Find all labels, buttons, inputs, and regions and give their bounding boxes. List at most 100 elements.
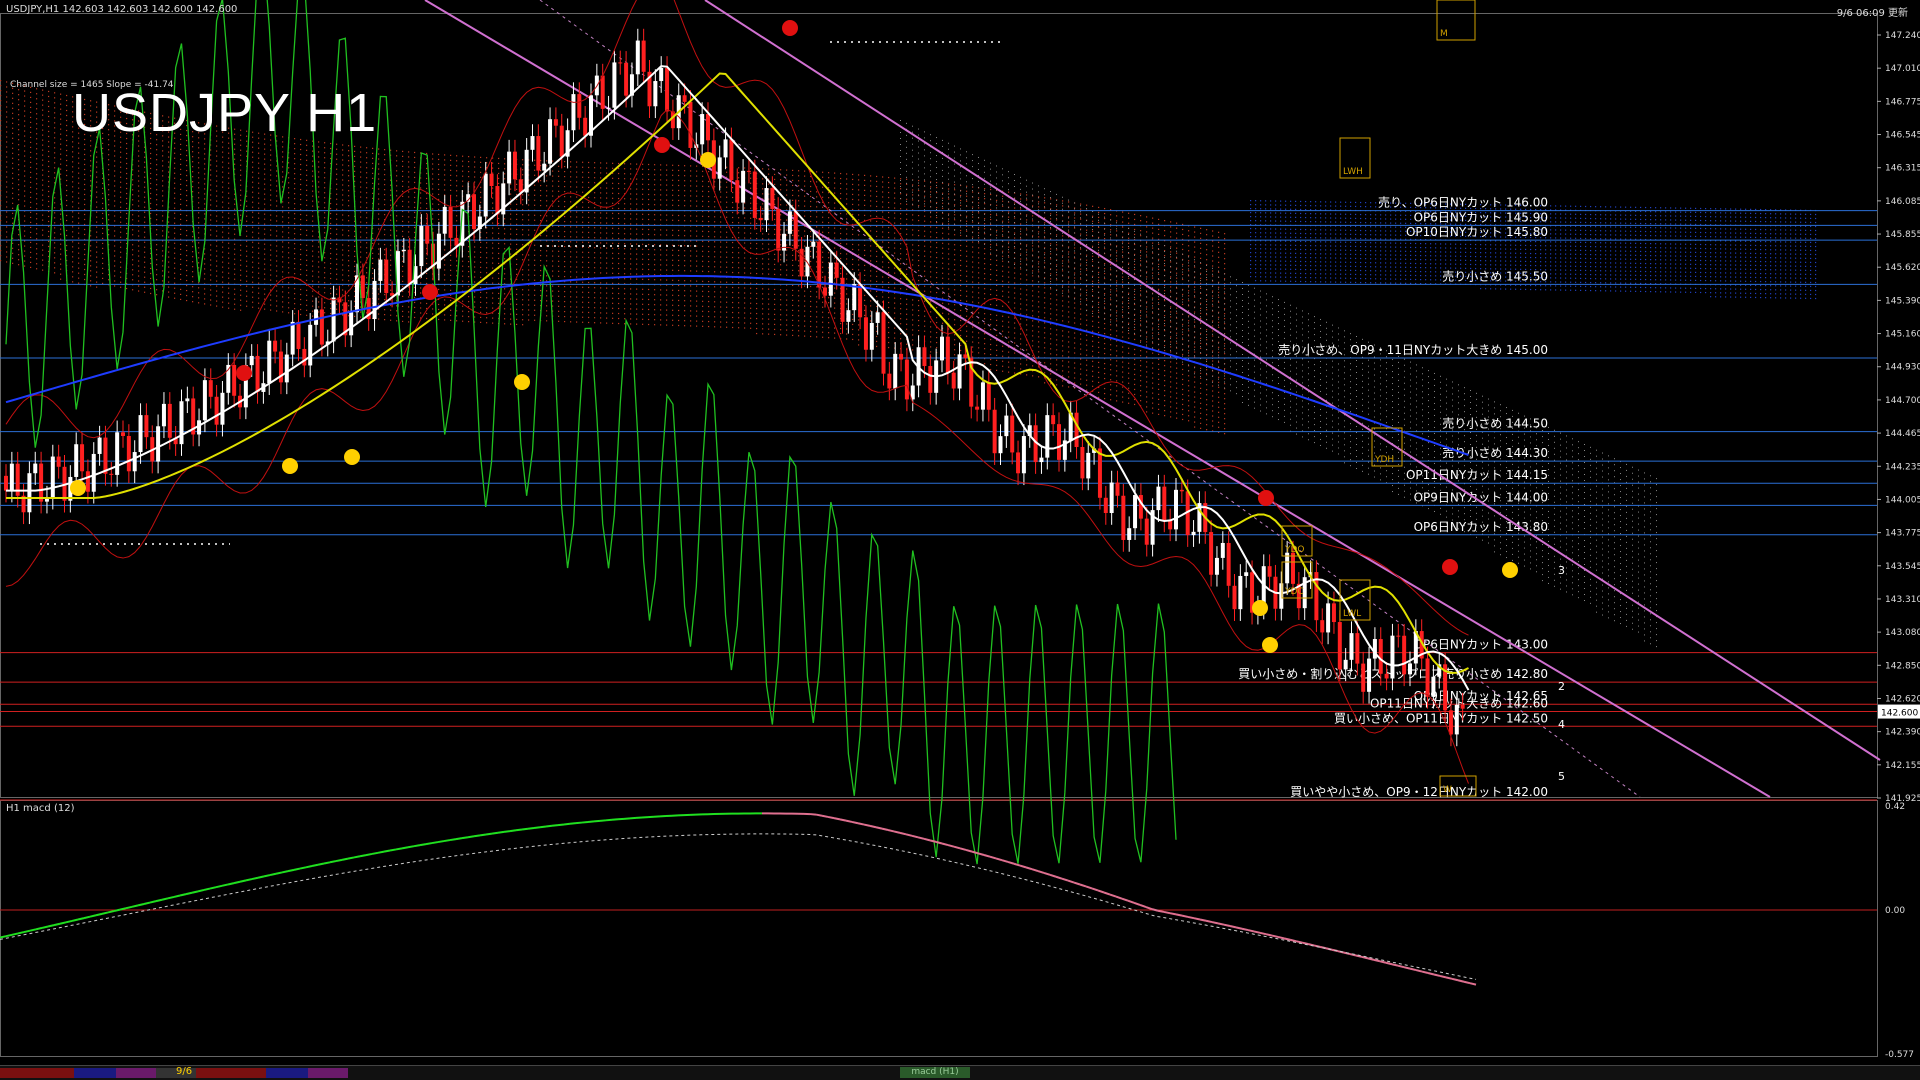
cloud-dot xyxy=(0,195,2,197)
cloud-dot xyxy=(702,180,704,182)
cloud-dot xyxy=(42,229,44,231)
cloud-dot xyxy=(300,293,302,296)
cloud-dot xyxy=(282,146,284,148)
cloud-dot xyxy=(612,317,614,319)
cloud-dot xyxy=(222,281,224,283)
cloud-dot xyxy=(90,280,92,282)
cloud-dot xyxy=(480,176,482,178)
cloud-dot xyxy=(348,245,350,247)
cloud-dot xyxy=(498,292,500,295)
cloud-dot xyxy=(450,254,452,256)
cloud-dot xyxy=(240,149,242,151)
cloud-dot xyxy=(114,195,116,197)
cloud-dot xyxy=(714,306,716,308)
cloud-dot xyxy=(300,253,302,256)
cloud-dot xyxy=(552,255,554,257)
cloud-dot xyxy=(96,266,98,268)
cloud-dot xyxy=(12,127,14,129)
cloud-dot xyxy=(522,279,524,281)
cloud-dot xyxy=(282,231,284,233)
cloud-dot xyxy=(630,308,632,310)
cloud-dot xyxy=(156,144,158,146)
cloud-dot xyxy=(24,175,26,177)
cloud-dot xyxy=(318,156,320,158)
cloud-dot xyxy=(810,230,812,233)
cloud-dot xyxy=(0,150,2,152)
cloud-dot xyxy=(630,193,632,195)
cloud-dot xyxy=(246,245,248,247)
cloud-dot xyxy=(6,251,8,253)
cloud-dot xyxy=(804,335,806,337)
cloud-dot xyxy=(456,175,458,177)
cloud-dot xyxy=(738,322,740,324)
cloud-dot xyxy=(822,256,824,258)
cloud-dot xyxy=(408,211,410,213)
cloud-dot xyxy=(30,211,32,214)
cloud-dot xyxy=(594,252,596,254)
cloud-dot xyxy=(708,310,710,313)
cloud-dot xyxy=(96,161,98,163)
cloud-dot xyxy=(846,218,848,220)
price-chart[interactable]: 147.240147.010146.775146.545146.315146.0… xyxy=(0,0,1920,1080)
cloud-dot xyxy=(438,178,440,181)
cloud-dot xyxy=(774,173,776,176)
cloud-dot xyxy=(240,164,242,166)
cloud-dot xyxy=(738,287,740,289)
cloud-dot xyxy=(756,217,758,220)
cloud-dot xyxy=(846,253,848,255)
cloud-dot xyxy=(630,173,632,175)
cloud-dot xyxy=(300,208,302,211)
cloud-dot xyxy=(666,194,668,196)
cloud-dot xyxy=(618,172,620,175)
cloud-dot xyxy=(294,178,296,180)
cloud-dot xyxy=(246,200,248,202)
cloud-dot xyxy=(198,232,200,234)
cloud-dot xyxy=(222,261,224,263)
cloud-dot xyxy=(690,175,692,177)
cloud-dot xyxy=(354,145,356,148)
cloud-dot xyxy=(114,255,116,257)
cloud-dot xyxy=(162,200,164,202)
cloud-dot xyxy=(408,206,410,208)
cloud-dot xyxy=(666,219,668,221)
cloud-dot xyxy=(780,184,782,186)
cloud-dot xyxy=(324,262,326,264)
cloud-dot xyxy=(792,244,794,247)
cloud-dot xyxy=(468,161,470,163)
cloud-dot xyxy=(270,269,272,271)
cloud-dot xyxy=(132,174,134,176)
cloud-dot xyxy=(498,297,500,300)
cloud-dot xyxy=(612,322,614,324)
cloud-dot xyxy=(702,265,704,267)
cloud-dot xyxy=(708,325,710,328)
cloud-dot xyxy=(360,186,362,188)
cloud-dot xyxy=(324,197,326,199)
cloud-dot xyxy=(672,284,674,286)
cloud-dot xyxy=(636,293,638,295)
cloud-dot xyxy=(594,257,596,259)
cloud-dot xyxy=(270,174,272,176)
cloud-dot xyxy=(384,244,386,246)
cloud-dot xyxy=(528,204,530,206)
cloud-dot xyxy=(48,150,50,153)
cloud-dot xyxy=(816,311,818,313)
cloud-dot xyxy=(714,261,716,263)
cloud-dot xyxy=(684,180,686,182)
cloud-dot xyxy=(678,244,680,247)
cloud-dot xyxy=(162,235,164,237)
cloud-dot xyxy=(762,303,764,305)
cloud-dot xyxy=(708,280,710,283)
cloud-dot xyxy=(162,275,164,277)
cloud-dot xyxy=(126,152,128,155)
cloud-dot xyxy=(300,268,302,271)
cloud-dot xyxy=(162,150,164,152)
cloud-dot xyxy=(174,202,176,204)
cloud-dot xyxy=(624,298,626,300)
cloud-dot xyxy=(516,208,518,211)
cloud-dot xyxy=(618,297,620,300)
cloud-dot xyxy=(96,216,98,218)
cloud-dot xyxy=(258,272,260,274)
cloud-dot xyxy=(816,191,818,193)
cloud-dot xyxy=(42,244,44,246)
cloud-dot xyxy=(336,188,338,190)
